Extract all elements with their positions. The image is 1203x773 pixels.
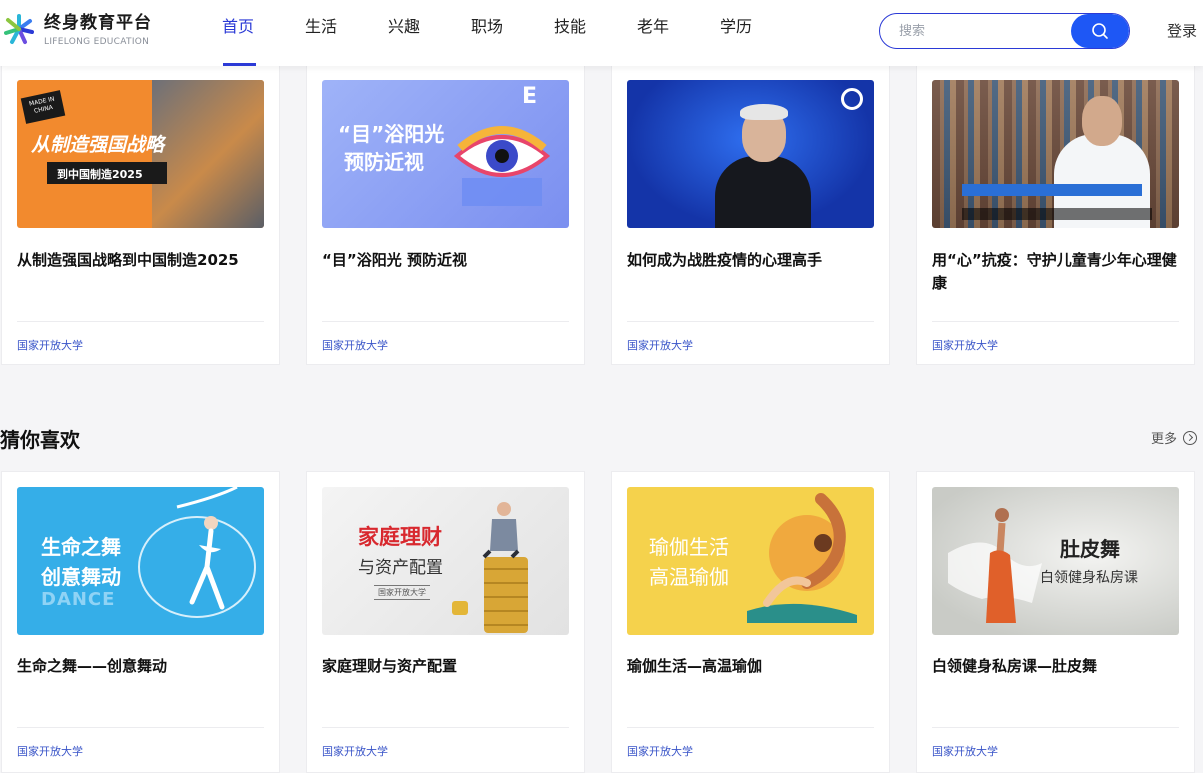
nav-life[interactable]: 生活: [305, 0, 388, 66]
course-source: 国家开放大学: [932, 339, 998, 352]
active-indicator: [223, 63, 256, 66]
thumbnail-caption: 国家开放大学: [374, 585, 430, 600]
nav-skills-label: 技能: [554, 17, 587, 36]
nav-degree[interactable]: 学历: [720, 0, 803, 66]
nav-home-label: 首页: [222, 17, 255, 36]
search-button[interactable]: [1071, 14, 1129, 48]
eye-icon: [453, 126, 551, 206]
course-card[interactable]: 生命之舞 创意舞动 DANCE 生命之舞——创意舞动 国家开放大学: [1, 471, 280, 773]
nav-interest-label: 兴趣: [388, 17, 421, 36]
nav-elderly[interactable]: 老年: [637, 0, 720, 66]
channel-logo-icon: [841, 88, 863, 110]
divider: [627, 727, 874, 728]
nav-elderly-label: 老年: [637, 17, 670, 36]
course-title[interactable]: “目”浴阳光 预防近视: [322, 249, 572, 272]
search-input[interactable]: [880, 14, 1072, 48]
speaker-figure: [715, 156, 811, 228]
nav-skills[interactable]: 技能: [554, 0, 637, 66]
course-source: 国家开放大学: [627, 339, 693, 352]
dancer-icon: [138, 487, 256, 618]
logo-subtitle: LIFELONG EDUCATION: [44, 37, 150, 47]
course-title[interactable]: 家庭理财与资产配置: [322, 655, 572, 678]
caption-bar: [962, 184, 1142, 196]
divider: [932, 321, 1179, 322]
course-source: 国家开放大学: [17, 745, 83, 758]
divider: [17, 727, 264, 728]
course-thumbnail[interactable]: 瑜伽生活 高温瑜伽: [627, 487, 874, 635]
thumbnail-subtext: 到中国制造2025: [57, 168, 143, 181]
nav-degree-label: 学历: [720, 17, 753, 36]
speaker-head: [1082, 96, 1122, 146]
logo-title: 终身教育平台: [44, 13, 152, 33]
thumbnail-subtext: 与资产配置: [358, 558, 443, 578]
course-card[interactable]: 瑜伽生活 高温瑜伽 瑜伽生活—高温瑜伽 国家开放大学: [611, 471, 890, 773]
login-link[interactable]: 登录: [1167, 20, 1197, 41]
more-link[interactable]: 更多: [1151, 428, 1198, 447]
nav-workplace[interactable]: 职场: [471, 0, 554, 66]
course-title[interactable]: 从制造强国战略到中国制造2025: [17, 249, 267, 272]
course-source: 国家开放大学: [322, 745, 388, 758]
made-in-china-badge: MADE IN CHINA: [20, 90, 66, 124]
thumbnail-text: 从制造强国战略: [31, 134, 165, 156]
course-card[interactable]: 家庭理财 与资产配置 国家开放大学 家庭理财与资产配置 国家开放大学: [306, 471, 585, 773]
section-title: 猜你喜欢: [0, 428, 80, 452]
thumbnail-caption: DANCE: [41, 589, 116, 610]
thumbnail-text: “目”浴阳光: [338, 122, 445, 146]
course-card[interactable]: “目”浴阳光 预防近视 E “目”浴阳光 预防近视 国家开放大学: [306, 60, 585, 365]
chevron-right-circle-icon: [1183, 430, 1198, 445]
course-source: 国家开放大学: [932, 745, 998, 758]
divider: [322, 727, 569, 728]
coins-icon: [482, 502, 528, 633]
divider: [17, 321, 264, 322]
course-thumbnail[interactable]: 生命之舞 创意舞动 DANCE: [17, 487, 264, 635]
course-title[interactable]: 用“心”抗疫：守护儿童青少年心理健康: [932, 249, 1182, 295]
divider: [932, 727, 1179, 728]
course-card[interactable]: 用“心”抗疫：守护儿童青少年心理健康 国家开放大学: [916, 60, 1195, 365]
nav-life-label: 生活: [305, 17, 338, 36]
course-title[interactable]: 白领健身私房课—肚皮舞: [932, 655, 1182, 678]
search-box: [879, 13, 1130, 49]
thumbnail-subtext: 高温瑜伽: [649, 565, 729, 589]
thumbnail-subtext: 白领健身私房课: [1040, 570, 1138, 586]
course-title[interactable]: 生命之舞——创意舞动: [17, 655, 267, 678]
thumbnail-text: 家庭理财: [358, 525, 442, 549]
speaker-hair: [740, 104, 788, 120]
thumbnail-subtext: 预防近视: [344, 150, 424, 174]
yoga-pose-icon: [747, 493, 857, 623]
top-header: 终身教育平台 LIFELONG EDUCATION 首页 生活 兴趣 职场 技能…: [0, 0, 1203, 66]
divider: [322, 321, 569, 322]
course-thumbnail[interactable]: MADE IN CHINA 从制造强国战略 到中国制造2025: [17, 80, 264, 228]
course-card[interactable]: 肚皮舞 白领健身私房课 白领健身私房课—肚皮舞 国家开放大学: [916, 471, 1195, 773]
course-thumbnail[interactable]: 肚皮舞 白领健身私房课: [932, 487, 1179, 635]
main-nav: 首页 生活 兴趣 职场 技能 老年 学历: [222, 0, 803, 66]
thumbnail-text: 肚皮舞: [1060, 537, 1120, 561]
course-thumbnail[interactable]: [932, 80, 1179, 228]
course-thumbnail[interactable]: 家庭理财 与资产配置 国家开放大学: [322, 487, 569, 635]
thumbnail-text: 生命之舞: [41, 535, 121, 559]
nav-workplace-label: 职场: [471, 17, 504, 36]
thumbnail-subtext: 创意舞动: [41, 565, 121, 589]
nav-interest[interactable]: 兴趣: [388, 0, 471, 66]
coin-icon: [452, 601, 468, 615]
course-title[interactable]: 如何成为战胜疫情的心理高手: [627, 249, 877, 272]
logo-icon: [2, 12, 36, 46]
course-card[interactable]: MADE IN CHINA 从制造强国战略 到中国制造2025 从制造强国战略到…: [1, 60, 280, 365]
factory-image: [152, 80, 264, 228]
course-source: 国家开放大学: [322, 339, 388, 352]
eye-chart-letter: E: [522, 84, 538, 109]
course-thumbnail[interactable]: [627, 80, 874, 228]
course-title[interactable]: 瑜伽生活—高温瑜伽: [627, 655, 877, 678]
belly-dancer-icon: [948, 508, 1042, 623]
course-thumbnail[interactable]: “目”浴阳光 预防近视 E: [322, 80, 569, 228]
subtitle-bar: [962, 208, 1152, 220]
nav-home[interactable]: 首页: [222, 0, 305, 66]
site-logo[interactable]: 终身教育平台 LIFELONG EDUCATION: [2, 12, 152, 48]
divider: [627, 321, 874, 322]
course-source: 国家开放大学: [627, 745, 693, 758]
more-label: 更多: [1151, 432, 1178, 447]
course-source: 国家开放大学: [17, 339, 83, 352]
course-card[interactable]: 如何成为战胜疫情的心理高手 国家开放大学: [611, 60, 890, 365]
search-icon: [1092, 23, 1108, 39]
thumbnail-text: 瑜伽生活: [649, 535, 729, 559]
